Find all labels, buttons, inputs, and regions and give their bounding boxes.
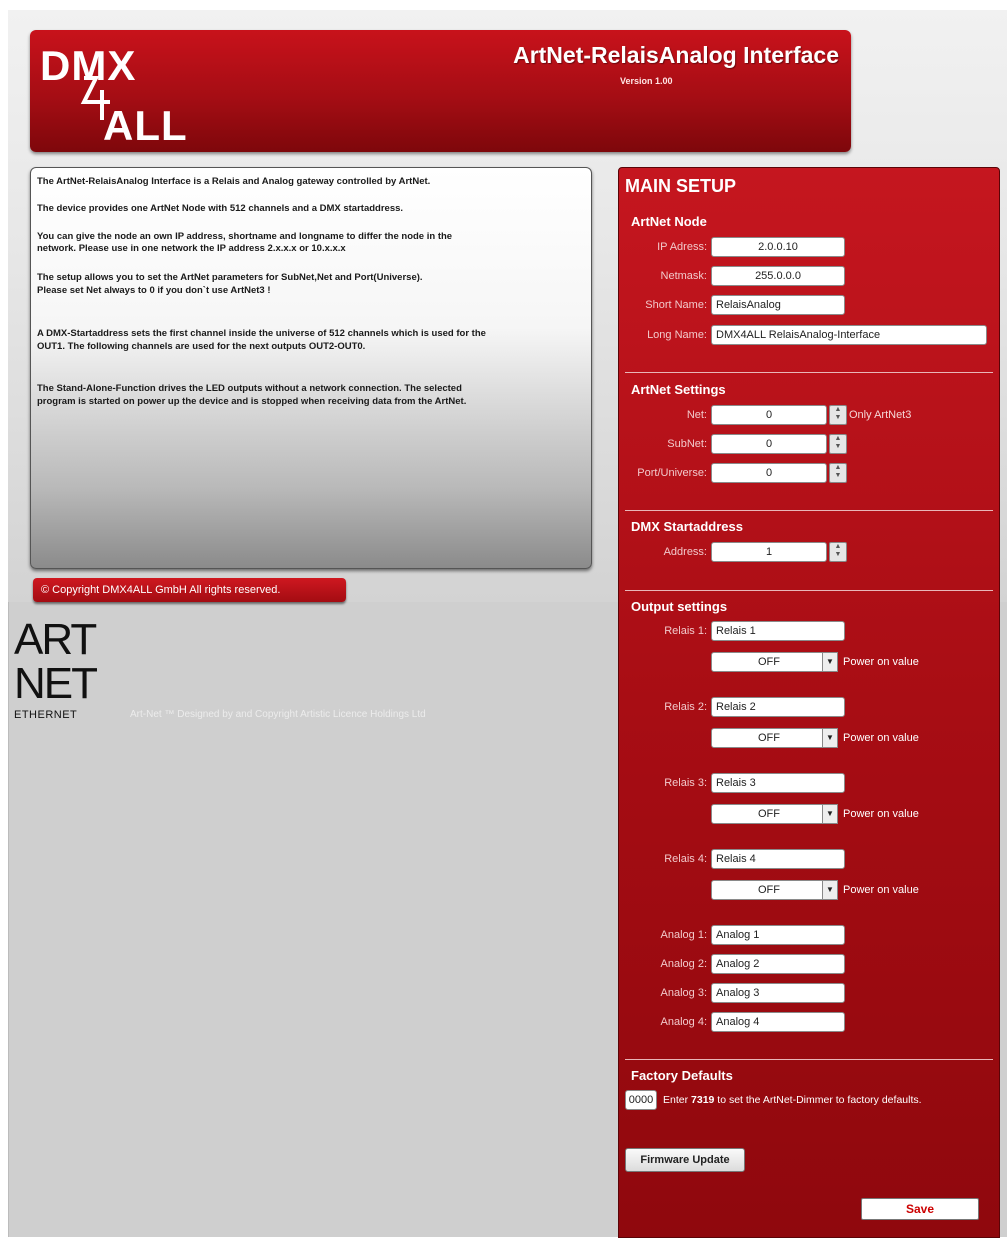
chevron-down-icon[interactable]: ▼ <box>822 728 838 748</box>
port-universe-spinner[interactable]: ▲ ▼ <box>829 463 847 483</box>
dmx4all-logo: DMX ALL <box>40 40 230 150</box>
artnet-logo-line: ART <box>14 615 97 664</box>
analog-4-label: Analog 4: <box>660 1016 707 1028</box>
version-label: Version 1.00 <box>620 76 673 86</box>
section-title-factory-defaults: Factory Defaults <box>631 1068 733 1083</box>
relais-4-label: Relais 4: <box>664 853 707 865</box>
factory-hint-text: Enter <box>663 1094 692 1106</box>
copyright-bar: © Copyright DMX4ALL GmbH All rights rese… <box>33 578 346 602</box>
analog-2-label: Analog 2: <box>660 958 707 970</box>
artnet-logo: ART NET ETHERNET <box>14 615 130 722</box>
relais-2-power-select[interactable]: OFF <box>711 728 827 748</box>
info-text: The ArtNet-RelaisAnalog Interface is a R… <box>37 176 431 187</box>
netmask-field[interactable]: 255.0.0.0 <box>711 266 845 286</box>
section-divider <box>625 510 993 511</box>
section-title-artnet-node: ArtNet Node <box>631 214 707 229</box>
section-divider <box>625 372 993 373</box>
info-text: The setup allows you to set the ArtNet p… <box>37 272 423 283</box>
info-text: Please set Net always to 0 if you don`t … <box>37 285 271 296</box>
section-title-artnet-settings: ArtNet Settings <box>631 382 726 397</box>
long-name-label: Long Name: <box>647 329 707 341</box>
chevron-down-icon[interactable]: ▼ <box>822 880 838 900</box>
section-title-output-settings: Output settings <box>631 599 728 614</box>
section-divider <box>625 590 993 591</box>
relais-2-label: Relais 2: <box>664 701 707 713</box>
net-label: Net: <box>686 409 707 421</box>
power-on-label: Power on value <box>843 656 919 668</box>
spinner-down-icon[interactable]: ▼ <box>830 414 846 422</box>
subnet-spinner[interactable]: ▲ ▼ <box>829 434 847 454</box>
net-field[interactable]: 0 <box>711 405 827 425</box>
page-title: ArtNet-RelaisAnalog Interface <box>513 42 839 68</box>
spinner-down-icon[interactable]: ▼ <box>830 443 846 451</box>
net-note: Only ArtNet3 <box>849 409 912 421</box>
short-name-field[interactable]: RelaisAnalog <box>711 295 845 315</box>
info-text: OUT1. The following channels are used fo… <box>37 341 366 352</box>
main-setup-panel: MAIN SETUP ArtNet Node IP Adress: 2.0.0.… <box>618 167 1000 1238</box>
netmask-label: Netmask: <box>660 270 707 282</box>
subnet-label: SubNet: <box>667 438 707 450</box>
spinner-up-icon[interactable]: ▲ <box>830 543 846 551</box>
info-text: The device provides one ArtNet Node with… <box>37 203 404 214</box>
header-banner: DMX ALL ArtNet-RelaisAnalog Interface Ve… <box>30 30 851 152</box>
analog-3-label: Analog 3: <box>660 987 707 999</box>
address-field[interactable]: 1 <box>711 542 827 562</box>
address-spinner[interactable]: ▲ ▼ <box>829 542 847 562</box>
relais-1-label: Relais 1: <box>664 625 707 637</box>
power-on-label: Power on value <box>843 732 919 744</box>
info-panel: The ArtNet-RelaisAnalog Interface is a R… <box>30 167 592 569</box>
ip-address-label: IP Adress: <box>657 241 707 253</box>
subnet-field[interactable]: 0 <box>711 434 827 454</box>
logo-text-bottom: ALL <box>103 102 188 149</box>
address-label: Address: <box>663 546 707 558</box>
info-text: program is started on power up the devic… <box>37 396 467 407</box>
save-button[interactable]: Save <box>861 1198 979 1220</box>
spinner-up-icon[interactable]: ▲ <box>830 464 846 472</box>
factory-defaults-hint: Enter 7319 to set the ArtNet-Dimmer to f… <box>663 1090 922 1110</box>
factory-hint-text: to set the ArtNet-Dimmer to factory defa… <box>714 1094 922 1106</box>
relais-3-label: Relais 3: <box>664 777 707 789</box>
port-universe-label: Port/Universe: <box>637 467 707 479</box>
relais-4-power-select[interactable]: OFF <box>711 880 827 900</box>
spinner-up-icon[interactable]: ▲ <box>830 406 846 414</box>
relais-3-name-field[interactable]: Relais 3 <box>711 773 845 793</box>
spinner-up-icon[interactable]: ▲ <box>830 435 846 443</box>
info-text: You can give the node an own IP address,… <box>37 231 453 242</box>
chevron-down-icon[interactable]: ▼ <box>822 804 838 824</box>
factory-hint-code: 7319 <box>691 1094 715 1106</box>
spinner-down-icon[interactable]: ▼ <box>830 472 846 480</box>
section-title-dmx-startaddress: DMX Startaddress <box>631 519 743 534</box>
chevron-down-icon[interactable]: ▼ <box>822 652 838 672</box>
long-name-field[interactable]: DMX4ALL RelaisAnalog-Interface <box>711 325 987 345</box>
info-text: A DMX-Startaddress sets the first channe… <box>37 328 486 339</box>
analog-4-name-field[interactable]: Analog 4 <box>711 1012 845 1032</box>
relais-3-power-select[interactable]: OFF <box>711 804 827 824</box>
power-on-label: Power on value <box>843 808 919 820</box>
relais-1-name-field[interactable]: Relais 1 <box>711 621 845 641</box>
artnet-logo-ethernet: ETHERNET <box>14 709 78 721</box>
ip-address-field[interactable]: 2.0.0.10 <box>711 237 845 257</box>
setup-title: MAIN SETUP <box>625 176 737 196</box>
artnet-credit: Art-Net ™ Designed by and Copyright Arti… <box>130 709 426 720</box>
net-spinner[interactable]: ▲ ▼ <box>829 405 847 425</box>
info-text: network. Please use in one network the I… <box>37 243 346 254</box>
short-name-label: Short Name: <box>645 299 707 311</box>
analog-2-name-field[interactable]: Analog 2 <box>711 954 845 974</box>
power-on-label: Power on value <box>843 884 919 896</box>
artnet-logo-line: NET <box>14 659 98 708</box>
firmware-update-button[interactable]: Firmware Update <box>625 1148 745 1172</box>
analog-1-label: Analog 1: <box>660 929 707 941</box>
factory-code-field[interactable]: 0000 <box>625 1090 657 1110</box>
port-universe-field[interactable]: 0 <box>711 463 827 483</box>
relais-4-name-field[interactable]: Relais 4 <box>711 849 845 869</box>
spinner-down-icon[interactable]: ▼ <box>830 551 846 559</box>
section-divider <box>625 1059 993 1060</box>
analog-3-name-field[interactable]: Analog 3 <box>711 983 845 1003</box>
relais-1-power-select[interactable]: OFF <box>711 652 827 672</box>
info-text: The Stand-Alone-Function drives the LED … <box>37 383 462 394</box>
relais-2-name-field[interactable]: Relais 2 <box>711 697 845 717</box>
analog-1-name-field[interactable]: Analog 1 <box>711 925 845 945</box>
